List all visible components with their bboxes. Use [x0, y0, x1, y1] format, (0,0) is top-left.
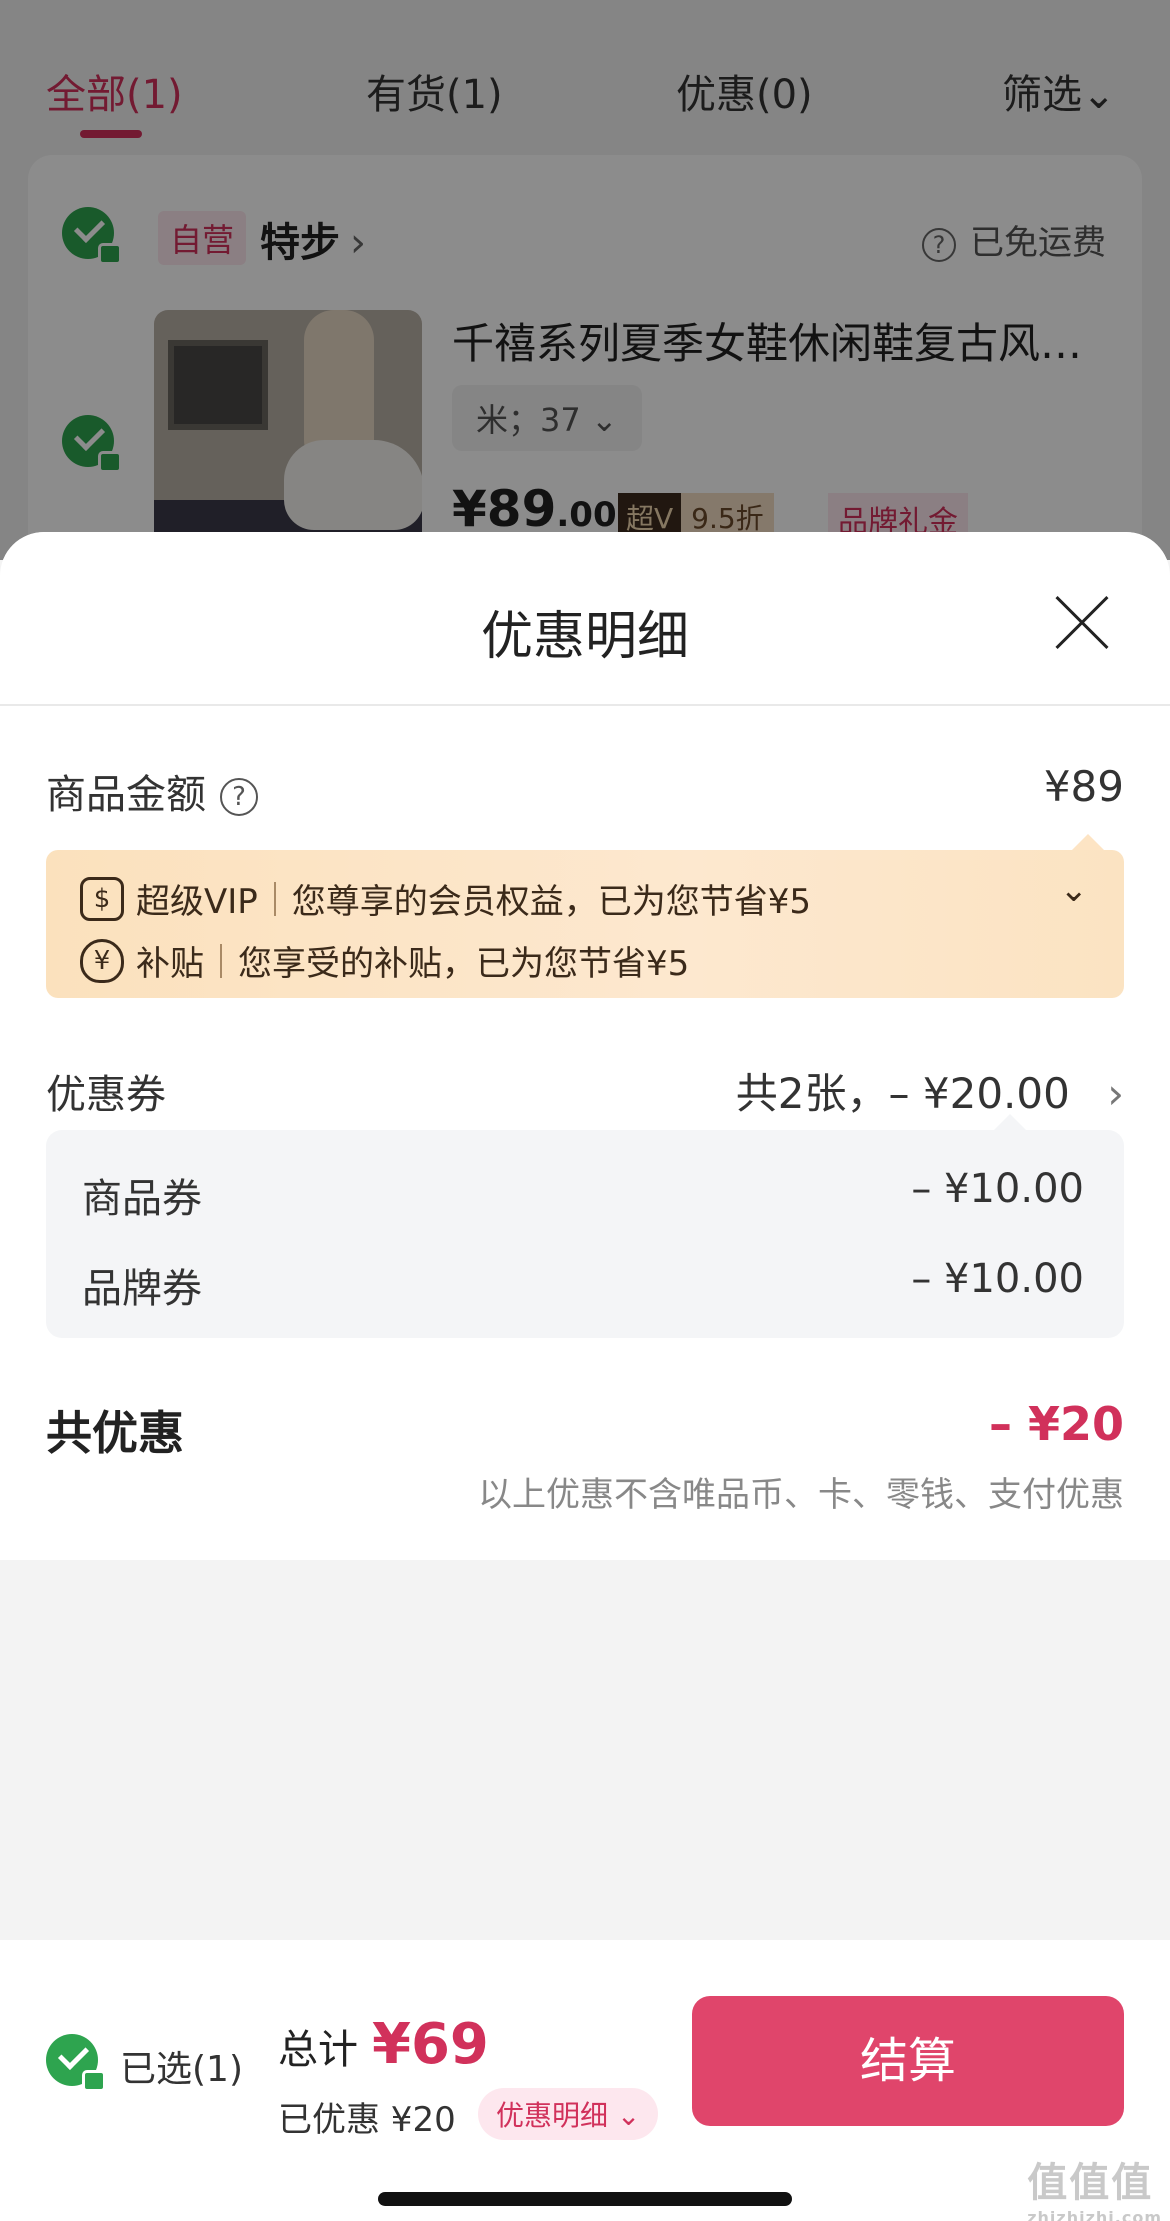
super-vip-line: $ 超级VIP 您尊享的会员权益，已为您节省¥5: [80, 874, 811, 923]
coupon-name: 商品券: [82, 1176, 202, 1222]
select-all-check-icon[interactable]: [46, 2034, 106, 2092]
divider: [0, 704, 1170, 706]
total-discount-label: 共优惠: [46, 1406, 184, 1460]
saved-amount: 已优惠 ¥20: [278, 2100, 456, 2140]
checkout-button[interactable]: 结算: [692, 1996, 1124, 2126]
goods-amount-value: ¥89: [1043, 762, 1124, 811]
coupon-item: 品牌券 – ¥10.00: [82, 1256, 1084, 1314]
total-discount-value: – ¥20: [988, 1397, 1124, 1451]
detail-pill-label: 优惠明细: [496, 2099, 609, 2132]
goods-amount-row: 商品金额?: [46, 762, 258, 820]
goods-amount-label: 商品金额: [46, 772, 206, 818]
coupon-summary-text: 共2张，– ¥20.00: [735, 1069, 1070, 1118]
coupon-summary[interactable]: 共2张，– ¥20.00 ›: [736, 1060, 1124, 1121]
lock-icon: [82, 2070, 106, 2092]
chevron-down-icon[interactable]: ⌄: [1060, 870, 1089, 910]
total-label: 总计: [278, 2027, 358, 2073]
dollar-badge-icon: $: [80, 876, 124, 921]
chevron-right-icon: ›: [1107, 1069, 1124, 1118]
money-bag-icon: ¥: [80, 938, 124, 983]
discount-detail-sheet: 优惠明细 商品金额? ¥89 $ 超级VIP 您尊享的会员权益，已为您节省¥5 …: [0, 532, 1170, 2221]
modal-overlay[interactable]: [0, 0, 1170, 560]
coupon-value: – ¥10.00: [911, 1256, 1084, 1302]
sheet-title: 优惠明细: [480, 607, 689, 667]
home-indicator[interactable]: [378, 2192, 792, 2206]
watermark: 值值值 zhizhizhi.com: [1027, 2160, 1162, 2221]
order-total: 总计 ¥69: [278, 2012, 489, 2077]
coupon-list: 商品券 – ¥10.00 品牌券 – ¥10.00: [46, 1114, 1124, 1338]
discount-note: 以上优惠不含唯品币、卡、零钱、支付优惠: [478, 1475, 1124, 1515]
coupon-label: 优惠券: [46, 1072, 166, 1118]
total-value: ¥69: [372, 2012, 489, 2077]
help-icon[interactable]: ?: [220, 778, 258, 816]
vip-benefits-panel[interactable]: $ 超级VIP 您尊享的会员权益，已为您节省¥5 ¥ 补贴 您享受的补贴，已为您…: [46, 834, 1124, 998]
super-vip-text: 您尊享的会员权益，已为您节省¥5: [291, 882, 812, 922]
subsidy-text: 您享受的补贴，已为您节省¥5: [238, 944, 690, 984]
chevron-down-icon: ⌄: [616, 2099, 641, 2132]
subsidy-badge: 补贴: [136, 944, 204, 984]
super-vip-badge: 超级VIP: [136, 882, 258, 922]
selected-count: 已选(1): [120, 2049, 243, 2090]
cart-background: 全部(1) 有货(1) 优惠(0) 筛选⌄ 自营 特步 › ? 已免运费 千禧系列夏…: [0, 0, 1170, 605]
checkout-bar: 已选(1) 总计 ¥69 已优惠 ¥20 优惠明细 ⌄ 结算 值值值 zhizhiz…: [0, 1940, 1170, 2221]
coupon-item: 商品券 – ¥10.00: [82, 1166, 1084, 1224]
close-icon[interactable]: [1052, 594, 1110, 652]
coupon-name: 品牌券: [82, 1266, 202, 1312]
subsidy-line: ¥ 补贴 您享受的补贴，已为您节省¥5: [80, 936, 689, 985]
coupon-value: – ¥10.00: [911, 1166, 1084, 1212]
discount-detail-toggle[interactable]: 优惠明细 ⌄: [478, 2088, 659, 2140]
